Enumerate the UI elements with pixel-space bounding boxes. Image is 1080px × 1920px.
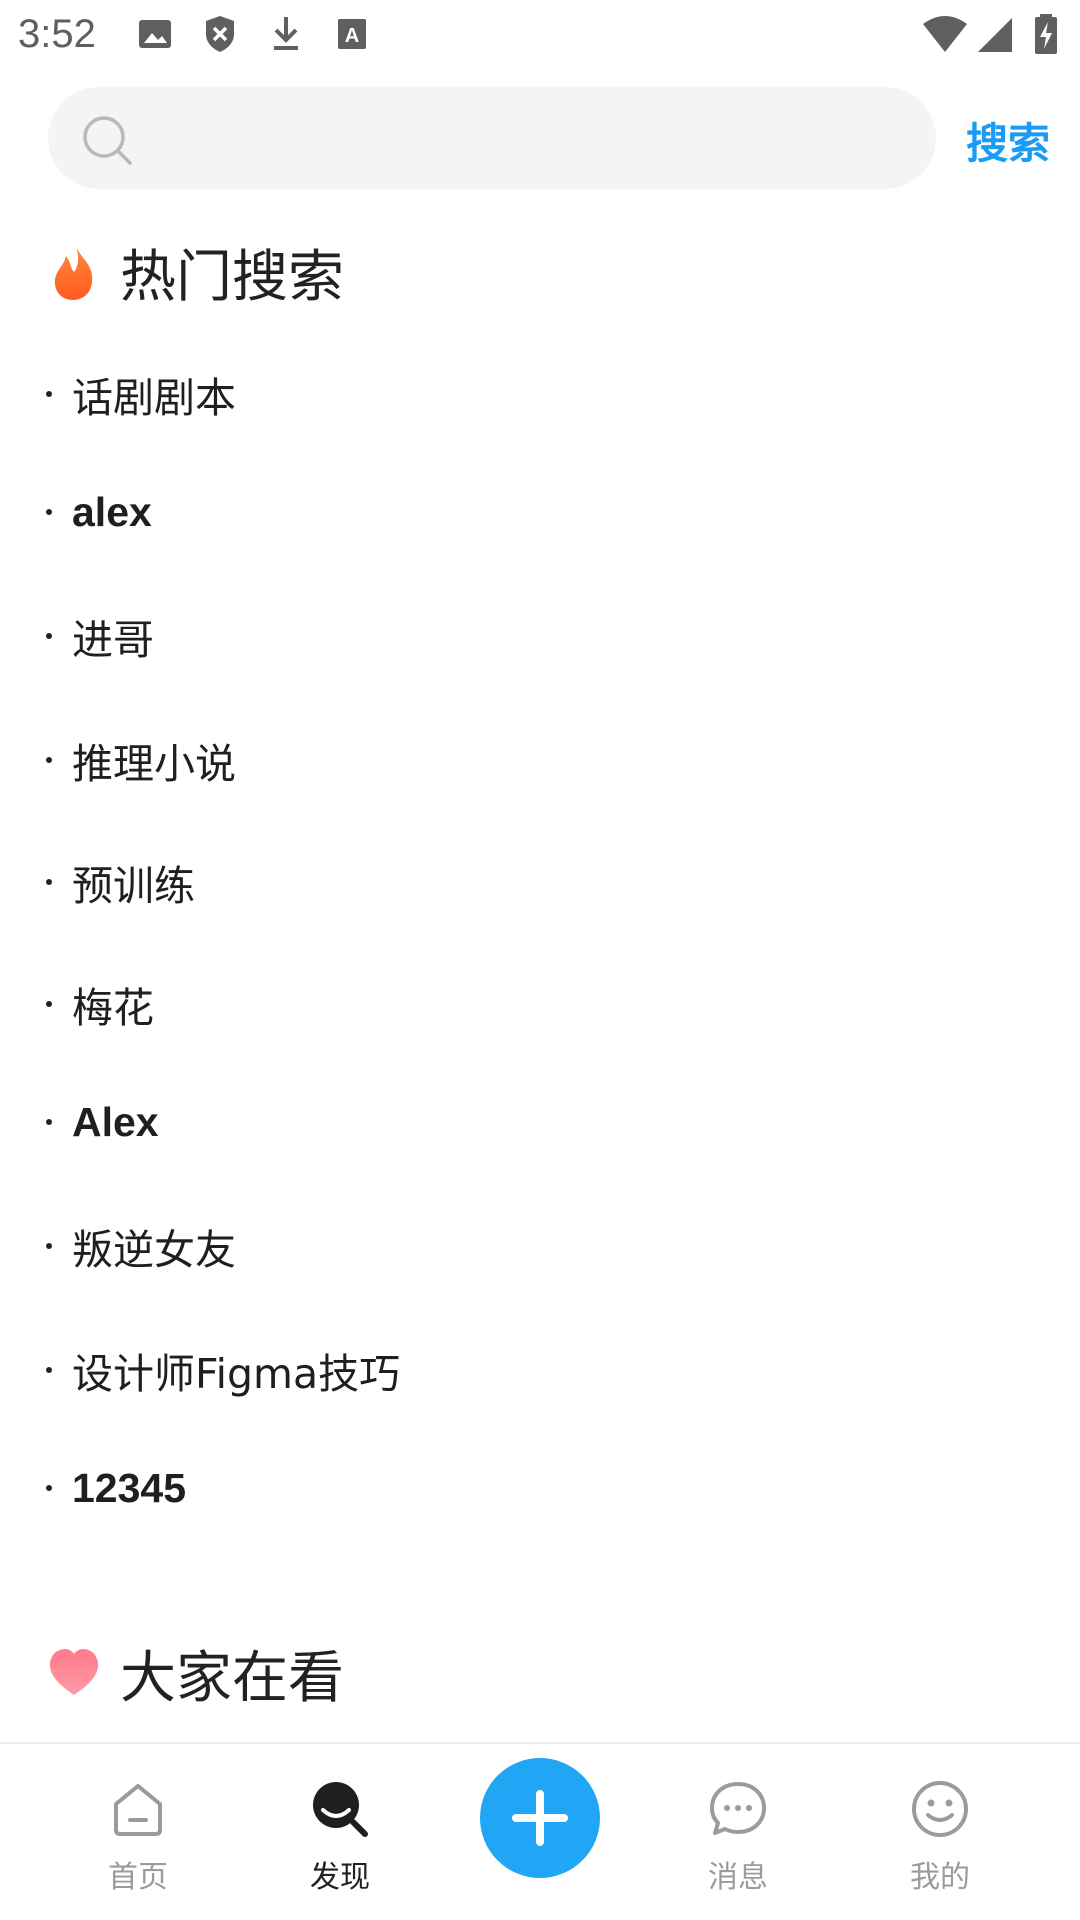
hot-search-title: 热门搜索 (120, 244, 344, 310)
bullet (46, 757, 52, 763)
hot-search-item[interactable]: 12345 (46, 1458, 186, 1518)
search-icon (83, 116, 132, 165)
bullet (46, 879, 52, 885)
bullet (46, 1243, 52, 1249)
hot-search-item-label: 预训练 (72, 862, 195, 910)
smile-icon (912, 1781, 968, 1837)
nav-discover[interactable]: 发现 (270, 1778, 410, 1908)
hot-search-item-label: 梅花 (72, 984, 154, 1032)
bullet (46, 1001, 52, 1007)
hot-search-item-label: 叛逆女友 (72, 1226, 236, 1274)
nav-home[interactable]: 首页 (68, 1778, 208, 1908)
heart-icon (49, 1649, 99, 1695)
signal-icon (978, 18, 1012, 52)
hot-search-item[interactable]: 进哥 (46, 606, 154, 666)
hot-search-item[interactable]: 设计师Figma技巧 (46, 1340, 400, 1400)
hot-search-item[interactable]: 话剧剧本 (46, 364, 236, 424)
nav-discover-label: 发现 (310, 1860, 370, 1895)
watching-title: 大家在看 (120, 1645, 344, 1711)
status-bar: 3:52 A (0, 0, 1080, 75)
hot-search-item-label: 12345 (72, 1464, 187, 1511)
nav-home-label: 首页 (108, 1860, 168, 1895)
hot-search-item[interactable]: alex (46, 482, 152, 542)
download-icon (274, 17, 298, 50)
screen: 3:52 A 搜索 热门搜索 话剧剧本 alex 进哥 推理小说 预训练 梅花 … (0, 0, 1080, 1920)
hot-search-item[interactable]: 叛逆女友 (46, 1216, 236, 1276)
hot-search-item-label: Alex (72, 1098, 159, 1145)
plus-icon (512, 1790, 568, 1846)
hot-search-item-label: 设计师Figma技巧 (72, 1350, 401, 1398)
bullet (46, 1367, 52, 1373)
hot-search-item[interactable]: 推理小说 (46, 730, 236, 790)
nav-profile[interactable]: 我的 (870, 1778, 1010, 1908)
flame-icon (54, 246, 93, 300)
status-time: 3:52 (18, 12, 96, 56)
battery-charging-icon (1035, 14, 1057, 54)
bottom-nav: 首页 发现 消息 我的 (0, 1742, 1080, 1920)
nav-messages[interactable]: 消息 (668, 1778, 808, 1908)
search-bar[interactable] (48, 87, 936, 189)
bullet (46, 633, 52, 639)
search-input[interactable] (158, 87, 918, 189)
search-button[interactable]: 搜索 (966, 110, 1050, 171)
hot-search-item-label: alex (72, 488, 152, 535)
watching-header: 大家在看 (46, 1638, 344, 1711)
bullet (46, 1119, 52, 1125)
message-icon (710, 1782, 766, 1835)
home-icon (114, 1784, 162, 1836)
hot-search-item[interactable]: Alex (46, 1092, 159, 1152)
wifi-icon (923, 16, 967, 52)
nav-messages-label: 消息 (708, 1860, 768, 1895)
svg-text:A: A (345, 25, 359, 47)
bullet (46, 509, 52, 515)
bullet (46, 391, 52, 397)
image-icon (139, 20, 171, 48)
bullet (46, 1485, 52, 1491)
hot-search-item[interactable]: 梅花 (46, 974, 154, 1034)
nav-profile-label: 我的 (910, 1860, 970, 1895)
hot-search-item[interactable]: 预训练 (46, 852, 195, 912)
add-button[interactable] (480, 1758, 600, 1878)
text-icon: A (338, 19, 366, 49)
hot-search-item-label: 进哥 (72, 616, 154, 664)
hot-search-header: 热门搜索 (46, 237, 344, 310)
hot-search-item-label: 推理小说 (72, 740, 236, 788)
discover-icon (313, 1782, 368, 1837)
hot-search-item-label: 话剧剧本 (72, 374, 236, 422)
shield-icon (206, 16, 234, 52)
